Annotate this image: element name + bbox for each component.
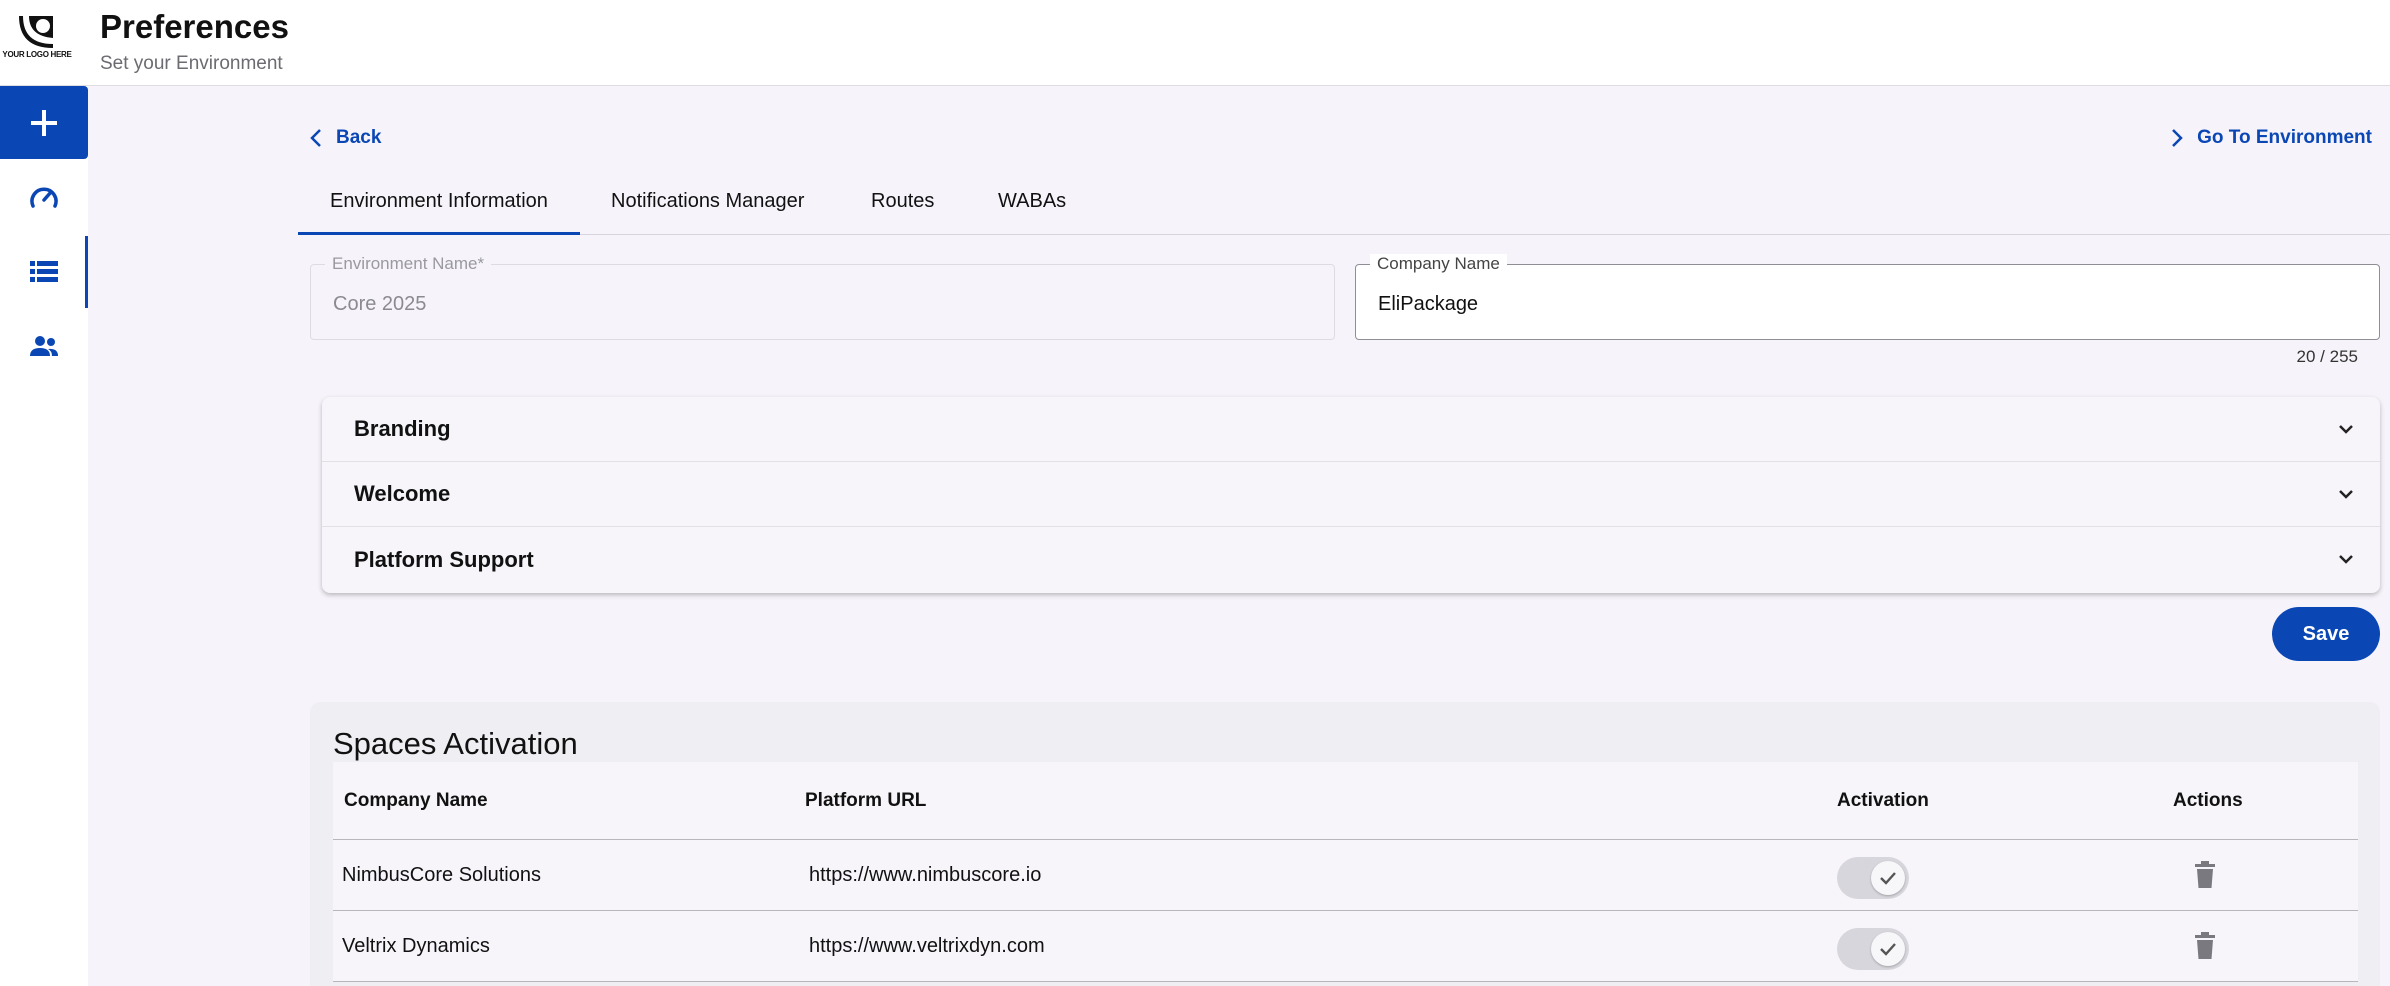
table-row: Veltrix Dynamics https://www.veltrixdyn.… [333, 911, 2358, 982]
logo: YOUR LOGO HERE [0, 14, 74, 68]
column-header-actions[interactable]: Actions [2173, 790, 2243, 812]
tab-environment-information[interactable]: Environment Information [298, 190, 580, 235]
url-cell: https://www.nimbuscore.io [809, 864, 1042, 886]
company-name-label: Company Name [1370, 254, 1507, 274]
logo-mark-icon [19, 16, 53, 48]
accordion-title: Platform Support [354, 546, 534, 572]
chevron-down-icon [2339, 425, 2353, 434]
trash-icon[interactable] [2193, 932, 2217, 960]
dashboard-gauge-icon [30, 187, 58, 208]
settings-accordion: Branding Welcome Platform Support [322, 397, 2380, 593]
company-cell: Veltrix Dynamics [342, 935, 490, 957]
accordion-item-platform-support[interactable]: Platform Support [322, 527, 2380, 592]
save-button[interactable]: Save [2272, 607, 2380, 661]
add-button[interactable] [0, 86, 88, 159]
column-header-activation[interactable]: Activation [1837, 790, 1929, 812]
sidebar-item-dashboard[interactable] [0, 167, 88, 227]
spaces-table: Company Name Platform URL Activation Act… [333, 762, 2358, 982]
section-title: Spaces Activation [333, 726, 578, 761]
go-to-environment-label: Go To Environment [2197, 127, 2372, 148]
accordion-item-welcome[interactable]: Welcome [322, 462, 2380, 527]
sidebar-item-list[interactable] [0, 242, 88, 302]
company-name-field[interactable]: Company Name EliPackage [1355, 254, 2380, 340]
accordion-item-branding[interactable]: Branding [322, 397, 2380, 462]
chevron-left-icon [310, 129, 321, 147]
toggle-knob [1871, 861, 1905, 895]
page-title: Preferences [100, 8, 289, 45]
activation-toggle[interactable] [1837, 857, 1909, 899]
column-header-company-name[interactable]: Company Name [344, 790, 488, 812]
environment-name-field[interactable]: Environment Name* Core 2025 [310, 254, 1335, 340]
sidebar-active-indicator [85, 236, 88, 308]
table-header: Company Name Platform URL Activation Act… [333, 762, 2358, 840]
accordion-title: Branding [354, 416, 451, 441]
table-row: NimbusCore Solutions https://www.nimbusc… [333, 840, 2358, 911]
column-header-platform-url[interactable]: Platform URL [805, 790, 926, 812]
go-to-environment-link[interactable]: Go To Environment [2171, 127, 2372, 149]
back-link[interactable]: Back [310, 127, 381, 149]
environment-name-value: Core 2025 [333, 293, 427, 315]
toggle-knob [1871, 932, 1905, 966]
list-icon [30, 261, 58, 282]
check-icon [1880, 872, 1896, 885]
company-name-value: EliPackage [1378, 293, 1479, 315]
page-subtitle: Set your Environment [100, 53, 283, 74]
check-icon [1880, 943, 1896, 956]
app-header: YOUR LOGO HERE Preferences Set your Envi… [0, 0, 2390, 86]
url-cell: https://www.veltrixdyn.com [809, 935, 1045, 957]
logo-text: YOUR LOGO HERE [2, 50, 72, 59]
sidebar [0, 86, 88, 986]
tab-notifications-manager[interactable]: Notifications Manager [579, 190, 836, 235]
accordion-title: Welcome [354, 481, 451, 506]
character-counter: 20 / 255 [2296, 347, 2358, 366]
tab-bar: Environment Information Notifications Ma… [298, 178, 2390, 235]
environment-name-label: Environment Name* [325, 254, 492, 274]
company-cell: NimbusCore Solutions [342, 864, 541, 886]
users-icon [30, 336, 58, 356]
trash-icon[interactable] [2193, 861, 2217, 889]
chevron-down-icon [2339, 490, 2353, 499]
chevron-right-icon [2172, 129, 2183, 147]
spaces-activation-panel: Spaces Activation Company Name Platform … [310, 702, 2380, 986]
chevron-down-icon [2339, 555, 2353, 564]
plus-icon [31, 109, 57, 136]
activation-toggle[interactable] [1837, 928, 1909, 970]
tab-wabas[interactable]: WABAs [966, 190, 1098, 235]
tab-routes[interactable]: Routes [839, 190, 966, 235]
sidebar-item-users[interactable] [0, 316, 88, 376]
back-label: Back [336, 127, 382, 148]
